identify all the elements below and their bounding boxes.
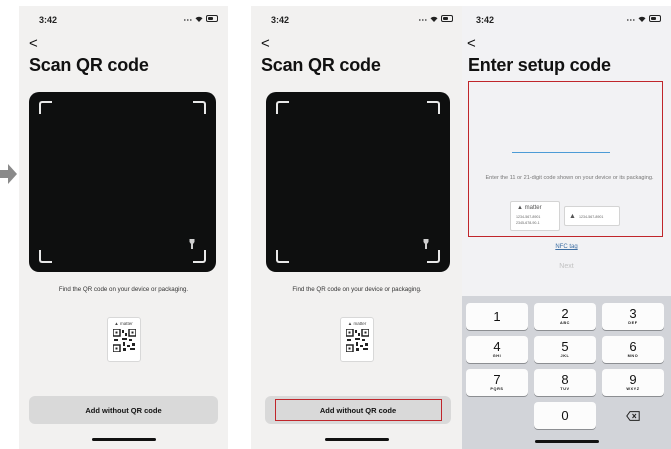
tutorial-strip: 3:42 < Scan QR code Find the QR code on … [0, 0, 671, 449]
phone-screen-scan-qr-highlight: 3:42 < Scan QR code Find the QR code on … [251, 6, 463, 449]
delete-key[interactable] [602, 402, 664, 429]
signal-icon [627, 18, 635, 21]
status-time: 3:42 [271, 15, 290, 25]
status-bar: 3:42 [271, 15, 453, 27]
key-0[interactable]: 0 [534, 402, 596, 429]
status-bar: 3:42 [476, 15, 661, 27]
signal-icon [419, 18, 427, 21]
camera-viewfinder [29, 92, 216, 272]
viewfinder-corner [39, 250, 52, 263]
home-indicator [325, 438, 389, 441]
nfc-tag-link[interactable]: NFC tag [462, 244, 671, 250]
page-title: Scan QR code [261, 55, 381, 75]
scan-hint: Find the QR code on your device or packa… [58, 286, 189, 293]
back-button[interactable]: < [261, 36, 270, 51]
matter-logo-icon: ▲ [114, 321, 119, 326]
key-4[interactable]: 4 GHI [466, 336, 528, 363]
matter-label: matter [353, 321, 367, 326]
camera-viewfinder [266, 92, 450, 272]
phone-screen-scan-qr: 3:42 < Scan QR code Find the QR code on … [19, 6, 228, 449]
torch-icon[interactable] [189, 239, 195, 249]
wifi-icon [195, 16, 203, 22]
matter-qr-card: ▲ matter [106, 317, 141, 362]
key-7[interactable]: 7 PQRS [466, 369, 528, 396]
qr-icon [112, 329, 136, 352]
back-button[interactable]: < [467, 36, 476, 51]
key-6[interactable]: 6 MNO [602, 336, 664, 363]
key-2[interactable]: 2 ABC [534, 303, 596, 330]
numeric-keypad: 1 2 ABC 3 DEF 4 GHI 5 JKL 6 MNO 7 PQRS 8 TUV 9W… [462, 296, 671, 449]
key-9[interactable]: 9 WXYZ [602, 369, 664, 396]
viewfinder-corner [276, 250, 289, 263]
viewfinder-corner [427, 101, 440, 114]
page-title: Enter setup code [468, 55, 611, 75]
viewfinder-corner [193, 250, 206, 263]
key-3[interactable]: 3 DEF [602, 303, 664, 330]
status-time: 3:42 [39, 15, 58, 25]
viewfinder-corner [276, 101, 289, 114]
wifi-icon [430, 16, 438, 22]
battery-icon [649, 15, 661, 22]
status-time: 3:42 [476, 15, 495, 25]
delete-key-icon [626, 410, 640, 421]
next-button[interactable]: Next [462, 263, 671, 270]
viewfinder-corner [39, 101, 52, 114]
matter-label: matter [119, 321, 133, 326]
arrow-right-icon [0, 164, 17, 184]
key-1[interactable]: 1 [466, 303, 528, 330]
viewfinder-corner [193, 101, 206, 114]
viewfinder-corner [427, 250, 440, 263]
torch-icon[interactable] [423, 239, 429, 249]
scan-hint: Find the QR code on your device or packa… [292, 286, 422, 293]
home-indicator [91, 438, 156, 441]
matter-qr-card: ▲ matter [340, 317, 374, 362]
back-button[interactable]: < [29, 36, 38, 51]
phone-screen-setup-code: 3:42 < Enter setup code Enter the 11 or … [462, 6, 671, 449]
page-title: Scan QR code [29, 55, 149, 75]
highlight-box [468, 81, 663, 237]
signal-icon [184, 18, 192, 21]
key-5[interactable]: 5 JKL [534, 336, 596, 363]
highlight-box [275, 399, 442, 421]
key-8[interactable]: 8 TUV [534, 369, 596, 396]
matter-logo-icon: ▲ [347, 321, 353, 326]
battery-icon [206, 15, 218, 22]
wifi-icon [638, 16, 646, 22]
home-indicator [534, 440, 599, 443]
battery-icon [441, 15, 453, 22]
status-bar: 3:42 [39, 15, 218, 27]
add-without-qr-button[interactable]: Add without QR code [29, 396, 218, 424]
qr-icon [346, 329, 369, 352]
